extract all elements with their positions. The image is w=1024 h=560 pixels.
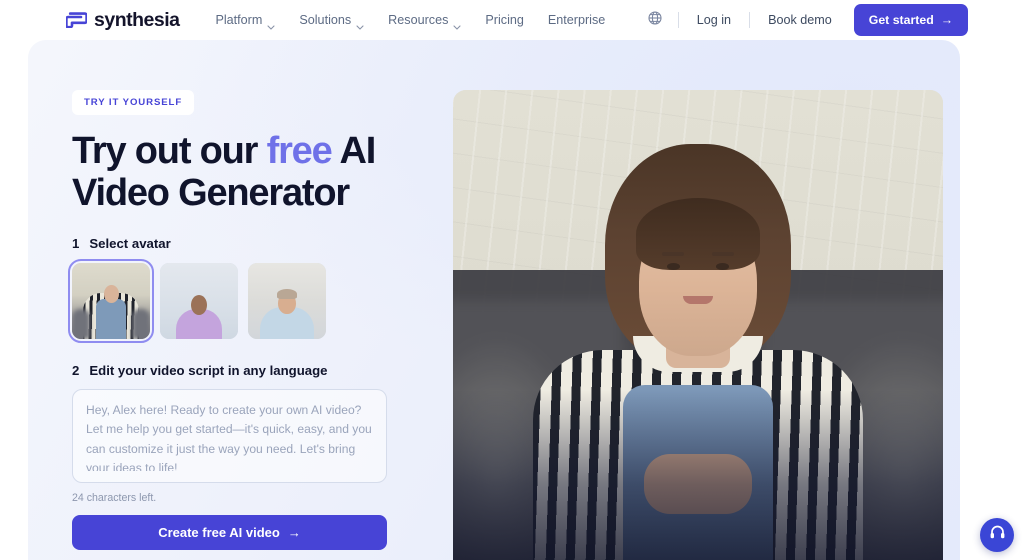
character-counter: 24 characters left. xyxy=(72,492,157,504)
avatar-eyebrow-left xyxy=(662,252,684,256)
nav-links: Platform Solutions Resources Pricing Ent… xyxy=(203,7,617,33)
nav-left-group: synthesia Platform Solutions Resources P… xyxy=(65,7,617,33)
try-it-yourself-badge: TRY IT YOURSELF xyxy=(72,90,195,115)
login-link[interactable]: Log in xyxy=(685,7,743,33)
script-input[interactable] xyxy=(86,401,373,471)
nav-item-platform[interactable]: Platform xyxy=(203,7,287,33)
step-2-label: Edit your video script in any language xyxy=(89,363,328,378)
avatar-option-1[interactable] xyxy=(68,259,154,343)
nav-item-solutions-label: Solutions xyxy=(299,13,352,27)
synthesia-logo-text: synthesia xyxy=(94,8,180,31)
avatar-eye-left xyxy=(667,263,680,270)
nav-item-enterprise-label: Enterprise xyxy=(547,13,606,27)
synthesia-logo[interactable]: synthesia xyxy=(65,8,180,32)
avatar-option-2[interactable] xyxy=(160,263,238,339)
create-free-ai-video-button[interactable]: Create free AI video → xyxy=(72,515,387,550)
step-1-number: 1 xyxy=(72,236,80,251)
chevron-down-icon xyxy=(267,19,275,30)
nav-item-platform-label: Platform xyxy=(215,13,263,27)
step-1-label: Select avatar xyxy=(89,236,171,251)
nav-item-enterprise[interactable]: Enterprise xyxy=(536,7,617,33)
page-root: synthesia Platform Solutions Resources P… xyxy=(0,0,1024,560)
arrow-right-icon: → xyxy=(940,13,953,27)
globe-icon xyxy=(648,10,662,30)
create-button-label: Create free AI video xyxy=(158,525,280,540)
nav-divider xyxy=(749,12,751,28)
video-preview[interactable]: AVATAR: ALEX xyxy=(453,90,943,560)
nav-right-group: Log in Book demo Get started → xyxy=(638,4,968,36)
nav-item-pricing-label: Pricing xyxy=(485,13,524,27)
headset-support-icon xyxy=(989,524,1006,546)
support-chat-button[interactable] xyxy=(980,518,1014,552)
avatar-selector xyxy=(68,259,402,343)
script-input-container[interactable] xyxy=(72,389,387,483)
language-globe-button[interactable] xyxy=(638,7,672,34)
headline-part-1: Try out our xyxy=(72,130,267,172)
avatar-eyebrow-right xyxy=(712,252,734,256)
nav-divider xyxy=(677,12,679,28)
nav-item-solutions[interactable]: Solutions xyxy=(287,7,376,33)
video-bottom-gradient xyxy=(453,390,943,560)
chevron-down-icon xyxy=(453,19,461,30)
step-1-heading: 1 Select avatar xyxy=(72,236,402,251)
step-2-heading: 2 Edit your video script in any language xyxy=(72,363,402,378)
page-title: Try out our free AI Video Generator xyxy=(72,130,412,214)
get-started-button[interactable]: Get started → xyxy=(853,4,968,36)
avatar-hair-top xyxy=(636,198,760,270)
nav-item-pricing[interactable]: Pricing xyxy=(473,7,536,33)
avatar-mouth xyxy=(683,296,713,304)
synthesia-logo-mark-icon xyxy=(65,12,88,29)
nav-item-resources-label: Resources xyxy=(388,13,449,27)
book-demo-link[interactable]: Book demo xyxy=(756,7,844,33)
top-navigation-bar: synthesia Platform Solutions Resources P… xyxy=(0,0,1024,40)
hero-panel: TRY IT YOURSELF Try out our free AI Vide… xyxy=(28,40,960,560)
arrow-right-icon: → xyxy=(287,525,301,540)
step-2-number: 2 xyxy=(72,363,80,378)
avatar-eye-right xyxy=(716,263,729,270)
get-started-label: Get started xyxy=(868,13,934,27)
chevron-down-icon xyxy=(356,19,364,30)
headline-accent-free: free xyxy=(266,130,333,172)
nav-item-resources[interactable]: Resources xyxy=(376,7,473,33)
avatar-option-3[interactable] xyxy=(248,263,326,339)
hero-left-column: TRY IT YOURSELF Try out our free AI Vide… xyxy=(68,90,402,560)
